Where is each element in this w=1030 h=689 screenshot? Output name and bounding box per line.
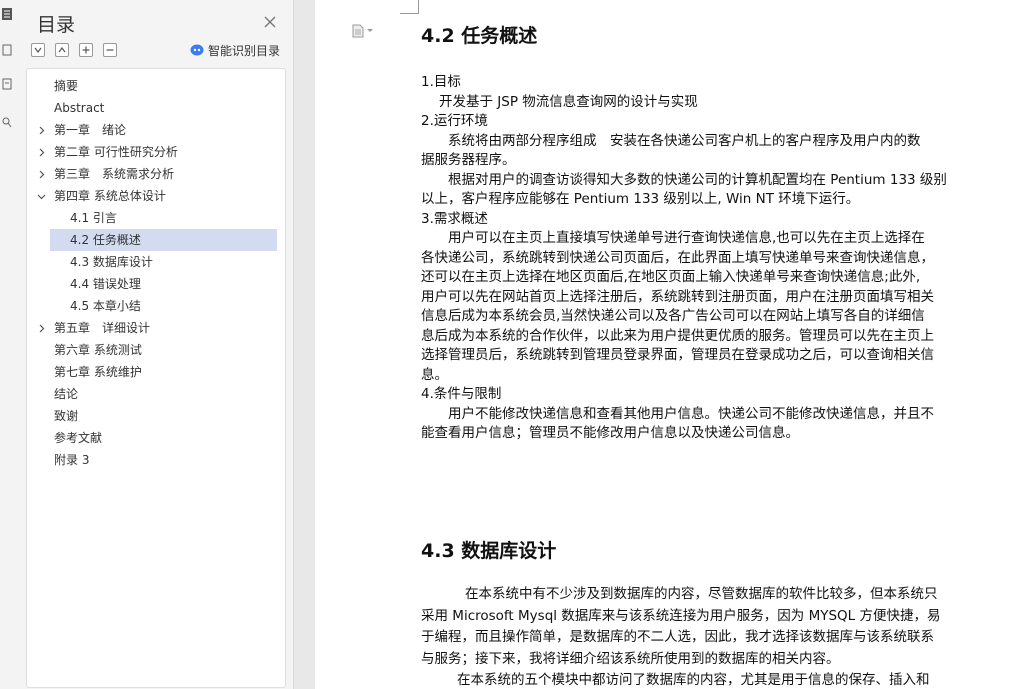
paragraph-line: 1.目标 [421, 74, 461, 90]
page-options-icon[interactable] [352, 24, 373, 38]
chevron-right-icon[interactable] [36, 163, 46, 185]
section-heading-4-2: 4.2 任务概述 [421, 25, 538, 47]
toc-item[interactable]: 参考文献 [33, 427, 277, 449]
paragraph-line: 还可以在主页上选择在地区页面后,在地区页面上输入快递单号来查询快递信息;此外, [421, 269, 921, 285]
toc-item[interactable]: 第一章 绪论 [33, 119, 277, 141]
document-page: 4.2 任务概述 1.目标开发基于 JSP 物流信息查询网的设计与实现 2.运行环境… [315, 0, 1030, 689]
paragraph-line: 用户可以在主页上直接填写快递单号进行查询快递信息,也可以先在主页上选择在 [448, 230, 925, 246]
toc-item-label: 4.3 数据库设计 [70, 255, 153, 269]
paragraph-line: 在本系统中有不少涉及到数据库的内容，尽管数据库的软件比较多，但本系统只 [465, 586, 938, 602]
page-thumbnail-icon[interactable] [0, 76, 14, 92]
toc-item[interactable]: 附录 3 [33, 449, 277, 471]
toc-item[interactable]: 第七章 系统维护 [33, 361, 277, 383]
toc-item[interactable]: 4.5 本章小结 [50, 295, 277, 317]
toc-item-label: 第一章 绪论 [54, 123, 127, 137]
expand-level-button[interactable] [55, 43, 69, 57]
document-area: 4.2 任务概述 1.目标开发基于 JSP 物流信息查询网的设计与实现 2.运行环境… [294, 0, 1030, 689]
smart-ai-icon [190, 44, 204, 56]
toc-item-label: Abstract [54, 101, 105, 115]
paragraph-line: 据服务器程序。 [421, 152, 516, 168]
toc-item[interactable]: 第三章 系统需求分析 [33, 163, 277, 185]
paragraph-line: 2.运行环境 [421, 113, 488, 129]
paragraph-line: 系统将由两部分程序组成 安装在各快递公司客户机上的客户程序及用户内的数 [448, 132, 921, 149]
close-icon[interactable] [263, 14, 277, 28]
collapse-level-button[interactable] [31, 43, 45, 57]
toc-item-label: 第五章 详细设计 [54, 321, 151, 335]
chevron-down-icon[interactable] [36, 185, 46, 207]
paragraph-line: 息后成为本系统的合作伙伴，以此来为用户提供更优质的服务。管理员可以先在主页上 [421, 327, 934, 344]
toc-item-label: 第四章 系统总体设计 [54, 189, 166, 203]
toc-list: 摘要 Abstract 第一章 绪论第二章 可行性研究分析 第三章 系统需求分析 第四章… [26, 68, 286, 688]
paragraph-line: 在本系统的五个模块中都访问了数据库的内容，尤其是用于信息的保存、插入和 [457, 672, 930, 688]
toc-item[interactable]: 第四章 系统总体设计 [33, 185, 277, 207]
paragraph-line: 根据对用户的调查访谈得知大多数的快递公司的计算机配置均在 Pentium 133… [448, 171, 947, 188]
toc-item[interactable]: 摘要 [33, 75, 277, 97]
toc-item[interactable]: 4.1 引言 [50, 207, 277, 229]
bookmark-icon[interactable] [0, 42, 14, 58]
toc-item[interactable]: 结论 [33, 383, 277, 405]
navigation-pane: 目录 智能识别目录 摘要 Abstract 第一章 绪论第二章 可行性研究分析 第三章… [20, 0, 294, 689]
toc-item[interactable]: 第五章 详细设计 [33, 317, 277, 339]
toc-item-label: 4.5 本章小结 [70, 299, 141, 313]
paragraph-line: 信息后成为本系统会员,当然快递公司以及各广告公司可以在网站上填写各自的详细信 [421, 308, 925, 324]
section-heading-4-3: 4.3 数据库设计 [421, 540, 557, 562]
smart-toc-button[interactable]: 智能识别目录 [190, 42, 280, 58]
toc-item-label: 4.1 引言 [70, 211, 117, 225]
paragraph-line: 于编程，而且操作简单，是数据库的不二人选，因此，我才选择该数据库与该系统联系 [421, 629, 934, 645]
toc-item-label: 第七章 系统维护 [54, 365, 142, 379]
remove-heading-button[interactable] [103, 43, 117, 57]
toc-item[interactable]: 4.3 数据库设计 [50, 251, 277, 273]
toc-item-label: 第六章 系统测试 [54, 343, 142, 357]
search-icon[interactable] [0, 114, 14, 130]
toc-item-label: 第三章 系统需求分析 [54, 167, 175, 181]
toc-item-label: 4.4 错误处理 [70, 277, 141, 291]
toc-item-label: 第二章 可行性研究分析 [54, 145, 178, 159]
toc-panel-icon[interactable] [0, 6, 14, 22]
paragraph-line: 开发基于 JSP 物流信息查询网的设计与实现 [439, 93, 698, 110]
toc-item[interactable]: 致谢 [33, 405, 277, 427]
paragraph-line: 息。 [421, 366, 448, 383]
toc-item-label: 4.2 任务概述 [70, 233, 141, 247]
toc-item[interactable]: Abstract [33, 97, 277, 119]
left-tool-rail [0, 0, 21, 689]
chevron-right-icon[interactable] [36, 317, 46, 339]
paragraph-line: 4.条件与限制 [421, 386, 502, 402]
toc-item[interactable]: 第二章 可行性研究分析 [33, 141, 277, 163]
chevron-down-icon [367, 29, 373, 32]
nav-title: 目录 [37, 14, 76, 36]
paragraph-line: 采用 Microsoft Mysql 数据库来与该系统连接为用户服务，因为 MY… [421, 607, 941, 624]
paragraph-line: 与服务；接下来，我将详细介绍该系统所使用到的数据库的相关内容。 [421, 650, 840, 667]
paragraph-line: 用户可以先在网站首页上选择注册后，系统跳转到注册页面，用户在注册页面填写相关 [421, 288, 934, 305]
paragraph-line: 3.需求概述 [421, 210, 488, 227]
toc-item-label: 附录 3 [54, 453, 90, 467]
toc-item[interactable]: 4.2 任务概述 [50, 229, 277, 251]
page-corner-mark [400, 0, 419, 14]
paragraph-line: 以上，客户程序应能够在 Pentium 133 级别以上, Win NT 环境下… [421, 191, 860, 207]
paragraph-line: 用户不能修改快递信息和查看其他用户信息。快递公司不能修改快递信息，并且不 [448, 405, 934, 422]
paragraph-line: 能查看用户信息；管理员不能修改用户信息以及快递公司信息。 [421, 425, 799, 441]
toc-item-label: 参考文献 [54, 431, 103, 445]
chevron-right-icon[interactable] [36, 141, 46, 163]
add-heading-button[interactable] [79, 43, 93, 57]
toc-item[interactable]: 第六章 系统测试 [33, 339, 277, 361]
toc-item-label: 摘要 [54, 79, 79, 93]
chevron-right-icon[interactable] [36, 119, 46, 141]
toc-item-label: 致谢 [54, 409, 79, 423]
paragraph-line: 各快递公司，系统跳转到快递公司页面后，在此界面上填写快递单号来查询快递信息， [421, 249, 934, 266]
toc-item-label: 结论 [54, 387, 79, 401]
smart-toc-label: 智能识别目录 [208, 43, 281, 58]
paragraph-line: 选择管理员后，系统跳转到管理员登录界面，管理员在登录成功之后，可以查询相关信 [421, 347, 934, 363]
toc-item[interactable]: 4.4 错误处理 [50, 273, 277, 295]
